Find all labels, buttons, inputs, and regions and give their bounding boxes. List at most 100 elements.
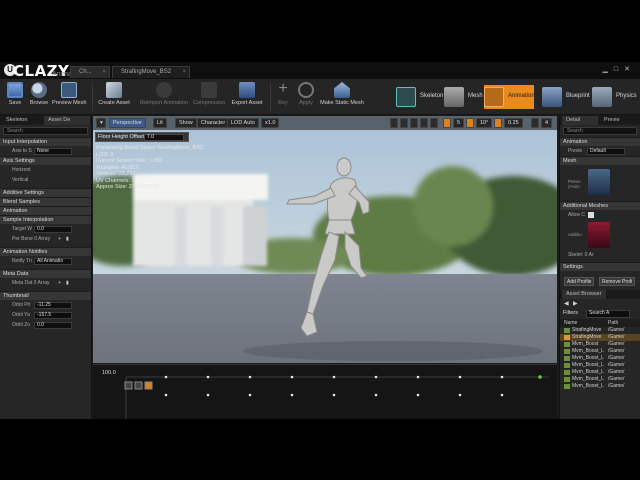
section-axis-settings[interactable]: Axis Settings xyxy=(0,156,91,165)
surface-snap-icon[interactable] xyxy=(430,118,438,128)
rotate-mode-icon[interactable] xyxy=(400,118,408,128)
make-static-mesh-button[interactable]: Make Static Mesh xyxy=(320,81,364,113)
perspective-button[interactable]: Perspective xyxy=(109,118,146,128)
close-tab-icon[interactable]: × xyxy=(182,67,186,78)
viewport-options-icon[interactable]: ▾ xyxy=(96,118,106,128)
section-animation-notifies[interactable]: Animation Notifies xyxy=(0,247,91,256)
character-button[interactable]: Character xyxy=(197,118,230,128)
blend-sample-points[interactable] xyxy=(164,375,504,397)
left-search-input[interactable]: Search xyxy=(3,127,88,135)
export-asset-button[interactable]: Export Asset xyxy=(231,81,263,113)
tab-skeleton[interactable]: Skeleton xyxy=(2,116,42,125)
checkbox[interactable] xyxy=(588,212,594,218)
add-profile-button[interactable]: Add Profile xyxy=(564,277,595,286)
preview-select[interactable]: Default xyxy=(587,148,625,155)
camera-speed-value[interactable]: 4 xyxy=(541,118,553,128)
mode-mesh[interactable]: Mesh xyxy=(444,85,483,109)
lod-button[interactable]: LOD Auto xyxy=(227,118,259,128)
mode-physics[interactable]: Physics xyxy=(592,85,638,109)
section-additive-settings[interactable]: Additive Settings xyxy=(0,188,91,197)
translate-mode-icon[interactable] xyxy=(390,118,398,128)
tab-asset-details[interactable]: Asset De xyxy=(44,116,90,125)
key-button[interactable]: + Key xyxy=(274,81,292,113)
forward-arrow-icon[interactable]: ▶ xyxy=(573,300,578,307)
apply-button[interactable]: Apply xyxy=(296,81,316,113)
section-additional-meshes[interactable]: Additional Meshes xyxy=(560,201,640,210)
grid-size-value[interactable]: 5 xyxy=(453,118,465,128)
preview-mesh-button[interactable]: Preview Mesh xyxy=(52,81,87,113)
graph-toggle-icon[interactable] xyxy=(134,381,143,390)
document-tab-character[interactable]: Ch... × xyxy=(70,66,110,78)
save-button[interactable]: Save xyxy=(4,81,26,113)
asset-list-item[interactable]: StrafingMove/Game/ xyxy=(560,327,640,334)
rotation-snap-icon[interactable] xyxy=(466,118,474,128)
add-icon[interactable]: + xyxy=(58,234,61,244)
trash-icon[interactable]: ▮ xyxy=(66,278,69,288)
vertical-axis-row[interactable]: Vertical xyxy=(0,175,91,185)
mode-skeleton[interactable]: Skeleton xyxy=(396,85,443,109)
show-button[interactable]: Show xyxy=(175,118,197,128)
section-animation[interactable]: Animation xyxy=(0,206,91,215)
scale-mode-icon[interactable] xyxy=(410,118,418,128)
tab-preview[interactable]: Previe xyxy=(600,116,638,125)
asset-list-item[interactable]: Mvm_Boost_L/Game/ xyxy=(560,348,640,355)
additional-mesh-thumbnail[interactable] xyxy=(588,222,610,248)
create-asset-button[interactable]: Create Asset xyxy=(98,81,130,113)
trash-icon[interactable]: ▮ xyxy=(66,234,69,244)
close-tab-icon[interactable]: × xyxy=(102,67,106,78)
scale-snap-icon[interactable] xyxy=(494,118,502,128)
rotation-snap-value[interactable]: 10° xyxy=(476,118,493,128)
axis-to-scale-select[interactable]: None xyxy=(34,148,72,155)
tab-asset-browser[interactable]: Asset Browser xyxy=(562,290,606,299)
orbit-pitch-input[interactable]: -11.25 xyxy=(34,302,72,309)
section-thumbnail[interactable]: Thumbnail xyxy=(0,291,91,300)
maximize-icon[interactable]: □ xyxy=(614,66,624,73)
blend-space-grid[interactable] xyxy=(93,365,557,419)
asset-list-item[interactable]: Mvm_Boost_L/Game/ xyxy=(560,376,640,383)
section-sample-interpolation[interactable]: Sample Interpolation xyxy=(0,215,91,224)
back-arrow-icon[interactable]: ◀ xyxy=(564,300,569,307)
compression-button[interactable]: Compression xyxy=(193,81,225,113)
lit-button[interactable]: Lit xyxy=(153,118,167,128)
mode-blueprint[interactable]: Blueprint xyxy=(542,85,590,109)
section-blend-samples[interactable]: Blend Samples xyxy=(0,197,91,206)
horizontal-axis-row[interactable]: Horizont xyxy=(0,165,91,175)
window-controls[interactable]: ▁□✕ xyxy=(603,65,637,73)
grid-snap-icon[interactable] xyxy=(443,118,451,128)
grid-toggle-icon[interactable] xyxy=(124,381,133,390)
filters-button[interactable]: Filters xyxy=(563,310,578,316)
orbit-yaw-input[interactable]: -157.5 xyxy=(34,312,72,319)
minimize-icon[interactable]: ▁ xyxy=(603,66,614,73)
target-weight-input[interactable]: 0.0 xyxy=(34,226,72,233)
floor-height-offset-input[interactable]: 7.0 xyxy=(144,134,184,141)
notify-trigger-select[interactable]: All Animatio xyxy=(34,258,72,265)
section-meta-data[interactable]: Meta Data xyxy=(0,269,91,278)
asset-search-input[interactable]: Search A xyxy=(586,310,630,318)
orbit-zoom-input[interactable]: 0.0 xyxy=(34,322,72,329)
asset-list-item[interactable]: Mvm_Boost_L/Game/ xyxy=(560,362,640,369)
reimport-animation-button[interactable]: Reimport Animation xyxy=(138,81,190,113)
blend-sample-active[interactable] xyxy=(538,375,542,379)
preview-toggle-icon[interactable] xyxy=(144,381,153,390)
section-input-interpolation[interactable]: Input Interpolation xyxy=(0,137,91,146)
preview-viewport[interactable]: ▾ Perspective Lit Show Character LOD Aut… xyxy=(93,116,557,363)
asset-list-item[interactable]: Mvm_Boost/Game/ xyxy=(560,341,640,348)
asset-list-item[interactable]: Mvm_Boost_L/Game/ xyxy=(560,369,640,376)
document-tab-blendspace[interactable]: StrafingMove_BS2 × xyxy=(112,66,190,78)
right-search-input[interactable]: Search xyxy=(563,127,637,135)
section-settings[interactable]: Settings xyxy=(560,262,640,271)
world-space-icon[interactable] xyxy=(420,118,428,128)
asset-list-item[interactable]: Mvm_Boost_L/Game/ xyxy=(560,383,640,390)
browse-button[interactable]: Browse xyxy=(28,81,50,113)
scale-snap-value[interactable]: 0.25 xyxy=(504,118,523,128)
close-window-icon[interactable]: ✕ xyxy=(624,66,636,73)
asset-list-item[interactable]: StrafingMove/Game/ xyxy=(560,334,640,341)
remove-profile-button[interactable]: Remove Profi xyxy=(599,277,636,286)
preview-mesh-thumbnail[interactable] xyxy=(588,169,610,195)
mode-animation[interactable]: Animation xyxy=(484,85,535,109)
camera-speed-icon[interactable] xyxy=(531,118,539,128)
add-icon[interactable]: + xyxy=(58,278,61,288)
blend-space-editor[interactable]: 100.0 xyxy=(93,364,557,419)
section-mesh[interactable]: Mesh xyxy=(560,156,640,165)
asset-list-item[interactable]: Mvm_Boost_L/Game/ xyxy=(560,355,640,362)
